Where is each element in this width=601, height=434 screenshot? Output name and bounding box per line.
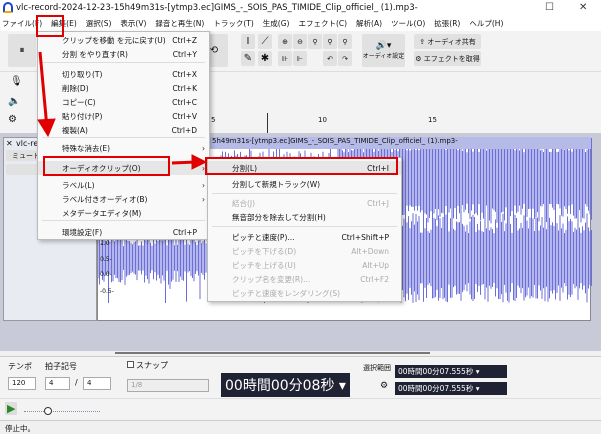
arrow-right <box>171 154 208 170</box>
annotation-arrows <box>37 51 208 170</box>
arrow-down <box>37 51 56 138</box>
